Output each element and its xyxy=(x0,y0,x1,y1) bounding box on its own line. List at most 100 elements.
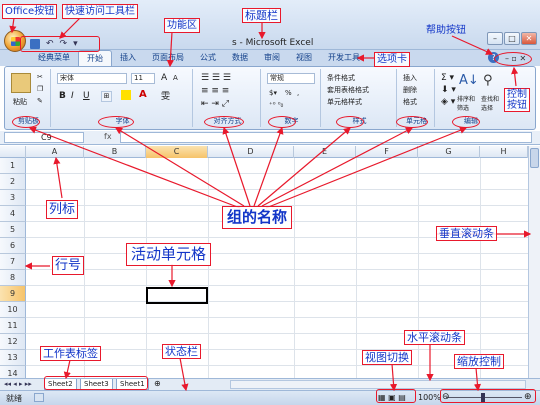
row-header[interactable]: 1 xyxy=(0,158,26,174)
table-format-button[interactable]: 套用表格格式 xyxy=(327,85,369,95)
row-header[interactable]: 6 xyxy=(0,238,26,254)
delete-cells-button[interactable]: 删除 xyxy=(403,85,417,95)
find-select-icon[interactable]: ⚲ xyxy=(483,73,493,88)
tab-classic-menu[interactable]: 经典菜单 xyxy=(30,50,78,66)
box-zoom xyxy=(440,389,536,403)
font-size-select[interactable]: 11 xyxy=(131,73,155,84)
horizontal-scrollbar[interactable] xyxy=(230,380,526,389)
minimize-button[interactable]: – xyxy=(487,32,503,45)
indent-icon[interactable]: ⇤ ⇥ ⤢ xyxy=(201,99,229,109)
sheet-nav-icon[interactable]: ◂◂ ◂ ▸ ▸▸ xyxy=(4,380,32,388)
currency-icon[interactable]: $▾ xyxy=(269,89,277,97)
grid-line xyxy=(26,301,528,302)
tab-formulas[interactable]: 公式 xyxy=(192,50,224,66)
sort-filter-icon[interactable]: A↓ xyxy=(459,73,479,88)
align-top-icon[interactable]: ☰ ☰ ☰ xyxy=(201,73,231,83)
font-color-icon[interactable]: A xyxy=(139,89,147,100)
column-header[interactable]: G xyxy=(418,146,480,158)
label-office-button: Office按钮 xyxy=(2,4,58,19)
column-header[interactable]: A xyxy=(26,146,84,158)
column-header[interactable]: B xyxy=(84,146,146,158)
grid-line xyxy=(480,158,481,378)
row-header[interactable]: 3 xyxy=(0,190,26,206)
tab-review[interactable]: 审阅 xyxy=(256,50,288,66)
conditional-format-button[interactable]: 条件格式 xyxy=(327,73,355,83)
tab-data[interactable]: 数据 xyxy=(224,50,256,66)
tab-page-layout[interactable]: 页面布局 xyxy=(144,50,192,66)
cell-style-button[interactable]: 单元格样式 xyxy=(327,97,362,107)
number-format-select[interactable]: 常规 xyxy=(267,73,315,84)
font-name-select[interactable]: 宋体 xyxy=(57,73,127,84)
copy-icon[interactable]: ❐ xyxy=(37,85,43,93)
format-cells-button[interactable]: 格式 xyxy=(403,97,417,107)
shrink-font-button[interactable]: A xyxy=(173,74,178,82)
percent-button[interactable]: % xyxy=(285,89,292,97)
grid-line xyxy=(26,365,528,366)
label-zoom-control: 缩放控制 xyxy=(454,354,504,369)
find-select-button[interactable]: 查找和 选择 xyxy=(481,94,499,112)
row-header[interactable]: 7 xyxy=(0,254,26,270)
label-view-switch: 视图切换 xyxy=(362,350,412,365)
row-header[interactable]: 5 xyxy=(0,222,26,238)
column-header[interactable]: D xyxy=(208,146,294,158)
clear-icon[interactable]: ◈ ▾ xyxy=(441,97,455,107)
tab-developer[interactable]: 开发工具 xyxy=(320,50,368,66)
autosum-icon[interactable]: Σ ▾ xyxy=(441,73,454,83)
column-header[interactable]: F xyxy=(356,146,418,158)
row-header[interactable]: 13 xyxy=(0,350,26,366)
vertical-scroll-thumb[interactable] xyxy=(530,148,539,168)
comma-button[interactable]: , xyxy=(297,89,299,97)
vertical-scrollbar[interactable] xyxy=(528,146,540,378)
formula-bar: C9 fx xyxy=(0,131,540,145)
grow-font-button[interactable]: A xyxy=(161,73,167,83)
insert-sheet-icon[interactable]: ⊕ xyxy=(154,379,161,388)
maximize-button[interactable]: □ xyxy=(504,32,520,45)
window-title: s - Microsoft Excel xyxy=(232,38,314,48)
select-all-corner[interactable] xyxy=(0,146,26,158)
formula-input[interactable] xyxy=(120,132,532,143)
oval-cells xyxy=(396,116,428,128)
fill-icon[interactable]: ⬇ ▾ xyxy=(441,85,456,95)
italic-button[interactable]: I xyxy=(71,91,74,101)
label-control-button: 控制 按钮 xyxy=(504,88,530,112)
row-header[interactable]: 4 xyxy=(0,206,26,222)
tab-home[interactable]: 开始 xyxy=(78,50,112,66)
paste-button[interactable]: 粘贴 xyxy=(13,97,27,107)
grid-line xyxy=(26,349,528,350)
column-header-bar: A B C D E F G H xyxy=(0,146,528,158)
align-left-icon[interactable]: ≡ ≡ ≡ xyxy=(201,86,229,96)
label-column-header: 列标 xyxy=(46,200,79,219)
label-tab: 选项卡 xyxy=(374,52,410,67)
tab-insert[interactable]: 插入 xyxy=(112,50,144,66)
sort-filter-button[interactable]: 排序和 筛选 xyxy=(457,94,475,112)
box-sheet-tabs xyxy=(44,376,148,390)
close-button[interactable]: ✕ xyxy=(521,32,537,45)
column-header[interactable]: H xyxy=(480,146,528,158)
row-header[interactable]: 8 xyxy=(0,270,26,286)
row-header-selected[interactable]: 9 xyxy=(0,286,26,302)
row-header[interactable]: 10 xyxy=(0,302,26,318)
fx-button[interactable]: fx xyxy=(104,132,112,141)
active-cell[interactable] xyxy=(146,287,208,304)
macro-record-icon[interactable] xyxy=(34,393,44,402)
row-header[interactable]: 11 xyxy=(0,318,26,334)
paste-icon[interactable] xyxy=(11,73,31,93)
tab-view[interactable]: 视图 xyxy=(288,50,320,66)
underline-button[interactable]: U xyxy=(83,91,90,101)
oval-control-buttons xyxy=(494,52,532,66)
border-icon[interactable]: ⊞ xyxy=(101,91,112,102)
decimal-icon[interactable]: ⁺⁰ ⁰₀ xyxy=(269,101,283,109)
label-active-cell: 活动单元格 xyxy=(126,243,212,266)
grid-line xyxy=(356,158,357,378)
insert-cells-button[interactable]: 插入 xyxy=(403,73,417,83)
row-header[interactable]: 12 xyxy=(0,334,26,350)
column-header-selected[interactable]: C xyxy=(146,146,208,158)
phonetic-icon[interactable]: 雯 xyxy=(161,89,170,102)
format-painter-icon[interactable]: ✎ xyxy=(37,97,43,105)
row-header[interactable]: 2 xyxy=(0,174,26,190)
column-header[interactable]: E xyxy=(294,146,356,158)
fill-color-icon[interactable] xyxy=(121,90,131,100)
cut-icon[interactable]: ✂ xyxy=(37,73,43,81)
bold-button[interactable]: B xyxy=(59,91,66,101)
name-box[interactable]: C9 xyxy=(4,132,84,143)
